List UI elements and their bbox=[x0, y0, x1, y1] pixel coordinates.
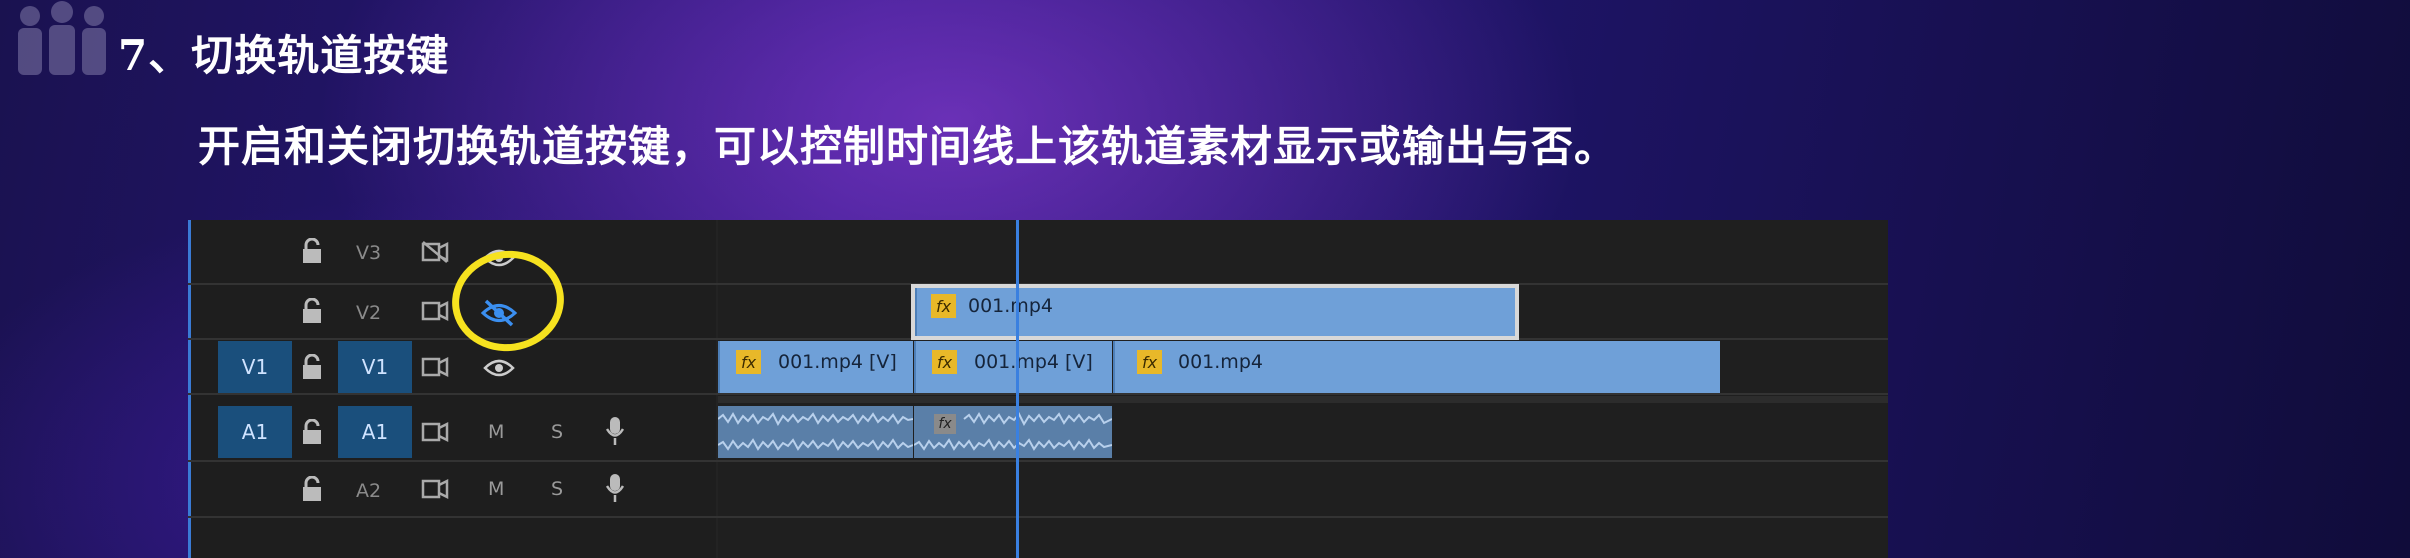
audio-clip-a1-2[interactable]: fx bbox=[914, 406, 1112, 458]
clip-name: 001.mp4 bbox=[968, 295, 1053, 317]
panel-left-edge bbox=[188, 220, 191, 558]
audio-waveform bbox=[718, 412, 913, 426]
eye-icon[interactable] bbox=[483, 358, 515, 378]
unlock-icon[interactable] bbox=[301, 476, 323, 502]
audio-clip-a1-1[interactable] bbox=[718, 406, 913, 458]
track-target-v1[interactable]: V1 bbox=[338, 341, 412, 393]
fx-badge[interactable]: fx bbox=[1137, 350, 1162, 374]
row-divider bbox=[188, 393, 1888, 395]
sync-lock-icon[interactable] bbox=[421, 300, 449, 322]
solo-button[interactable]: S bbox=[551, 421, 563, 443]
video-audio-divider bbox=[718, 396, 1888, 403]
unlock-icon[interactable] bbox=[301, 238, 323, 264]
mute-button[interactable]: M bbox=[488, 421, 504, 443]
clip-v1-1[interactable]: fx 001.mp4 [V] bbox=[718, 341, 913, 393]
clip-name: 001.mp4 [V] bbox=[778, 351, 897, 373]
audio-waveform bbox=[914, 438, 1112, 451]
track-label-v3: V3 bbox=[356, 242, 382, 264]
clip-v2[interactable]: fx 001.mp4 bbox=[915, 288, 1515, 336]
clip-name: 001.mp4 [V] bbox=[974, 351, 1093, 373]
microphone-icon[interactable] bbox=[606, 416, 624, 446]
track-label-a2: A2 bbox=[356, 480, 382, 502]
row-divider bbox=[188, 460, 1888, 462]
clip-v1-3[interactable]: fx 001.mp4 bbox=[1113, 341, 1720, 393]
track-label-v2: V2 bbox=[356, 302, 382, 324]
people-group-icon bbox=[18, 1, 106, 75]
unlock-icon[interactable] bbox=[301, 354, 323, 380]
unlock-icon[interactable] bbox=[301, 298, 323, 324]
track-target-a1[interactable]: A1 bbox=[338, 406, 412, 458]
clip-name: 001.mp4 bbox=[1178, 351, 1263, 373]
sync-lock-icon[interactable] bbox=[421, 421, 449, 443]
source-patch-a1[interactable]: A1 bbox=[218, 406, 292, 458]
section-heading: 7、切换轨道按键 bbox=[118, 31, 450, 80]
source-patch-v1[interactable]: V1 bbox=[218, 341, 292, 393]
audio-waveform bbox=[718, 438, 913, 451]
mute-button[interactable]: M bbox=[488, 478, 504, 500]
fx-badge[interactable]: fx bbox=[932, 350, 957, 374]
audio-waveform bbox=[963, 412, 1112, 426]
clip-v1-2[interactable]: fx 001.mp4 [V] bbox=[914, 341, 1112, 393]
sync-lock-icon[interactable] bbox=[421, 478, 449, 500]
fx-badge[interactable]: fx bbox=[736, 350, 761, 374]
sync-lock-off-icon[interactable] bbox=[421, 240, 449, 264]
fx-badge[interactable]: fx bbox=[931, 294, 956, 318]
section-description: 开启和关闭切换轨道按键，可以控制时间线上该轨道素材显示或输出与否。 bbox=[198, 122, 1618, 171]
microphone-icon[interactable] bbox=[606, 473, 624, 503]
row-divider bbox=[188, 516, 1888, 518]
playhead-line[interactable] bbox=[1016, 220, 1019, 558]
timeline-panel: V3 V2 V1 V1 A1 A1 M S A2 M S fx 001.mp4 … bbox=[188, 220, 1888, 558]
solo-button[interactable]: S bbox=[551, 478, 563, 500]
unlock-icon[interactable] bbox=[301, 419, 323, 445]
sync-lock-icon[interactable] bbox=[421, 356, 449, 378]
